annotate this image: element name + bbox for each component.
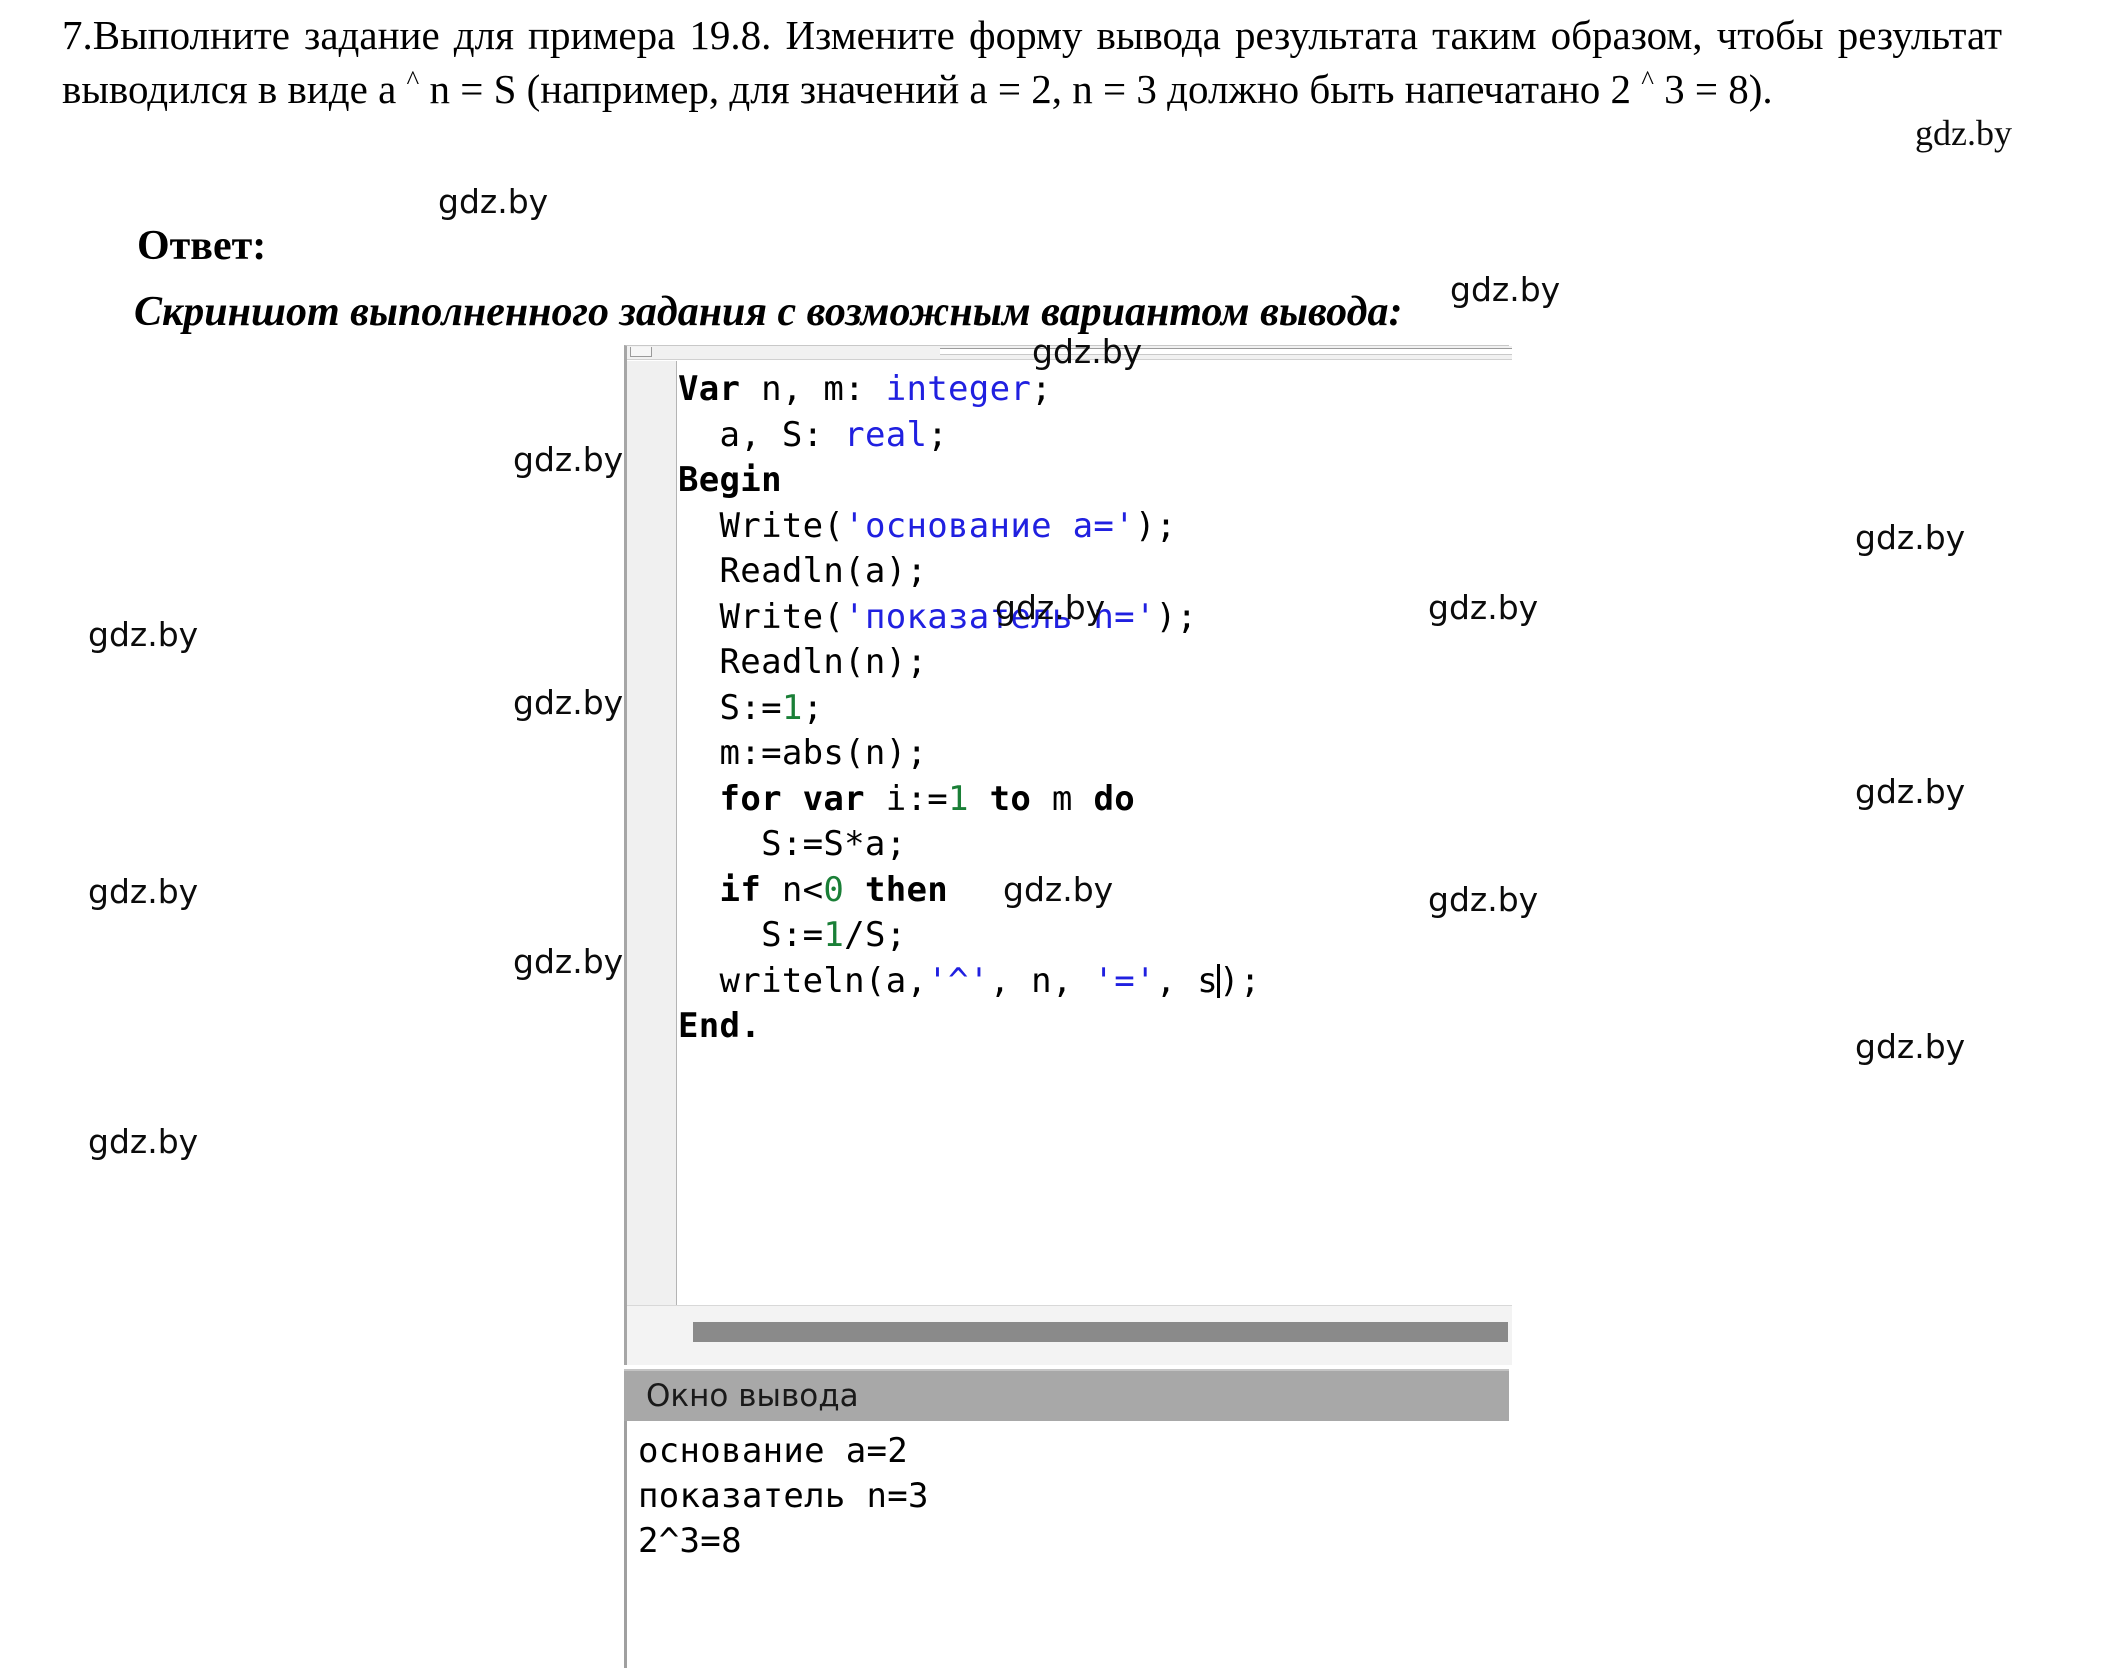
code-token: Readln(n);	[678, 642, 927, 682]
code-line: Begin	[678, 458, 1509, 504]
task-text-part2: n = S (например, для значений a = 2, n =…	[419, 66, 1641, 112]
code-token: ;	[927, 415, 948, 455]
editor-top-strip	[627, 346, 1512, 360]
watermark: gdz.by	[513, 683, 623, 722]
code-line: Readln(n);	[678, 640, 1509, 686]
watermark: gdz.by	[1450, 270, 1560, 309]
code-token: real	[844, 415, 927, 455]
code-token: var	[803, 779, 865, 819]
code-token: 0	[823, 870, 844, 910]
code-token: );	[1135, 506, 1177, 546]
editor-top-scroll-track[interactable]	[940, 348, 1512, 355]
code-token: 1	[782, 688, 803, 728]
output-text: основание a=2 показатель n=3 2^3=8	[638, 1429, 929, 1564]
code-token: S:=	[678, 688, 782, 728]
editor-corner-box	[630, 347, 652, 357]
code-token: to	[990, 779, 1032, 819]
output-window-title: Окно вывода	[646, 1378, 859, 1414]
caret-symbol-2: ^	[1641, 65, 1654, 95]
caret-symbol-1: ^	[407, 65, 420, 95]
code-line: Write('показатель n=');	[678, 595, 1509, 641]
code-token: , n,	[990, 961, 1094, 1001]
code-token	[782, 779, 803, 819]
code-token: ;	[1031, 369, 1052, 409]
watermark: gdz.by	[88, 872, 198, 911]
code-line: m:=abs(n);	[678, 731, 1509, 777]
watermark: gdz.by	[88, 615, 198, 654]
code-token: 'показатель n='	[844, 597, 1156, 637]
code-text-area[interactable]: Var n, m: integer; a, S: real;Begin Writ…	[678, 361, 1509, 1306]
task-number: 7.	[62, 12, 93, 58]
code-token: 'основание a='	[844, 506, 1135, 546]
code-token: S:=S*a;	[678, 824, 906, 864]
code-token: m:=abs(n);	[678, 733, 927, 773]
code-token	[678, 779, 720, 819]
output-window-body[interactable]: основание a=2 показатель n=3 2^3=8	[624, 1421, 1509, 1668]
answer-label: Ответ:	[137, 222, 266, 270]
code-token	[969, 779, 990, 819]
code-token: n<	[761, 870, 823, 910]
code-line: Var n, m: integer;	[678, 367, 1509, 413]
code-token: then	[865, 870, 948, 910]
code-token: '='	[1093, 961, 1155, 1001]
task-statement: 7.Выполните задание для примера 19.8. Из…	[62, 8, 2002, 116]
code-line: S:=1/S;	[678, 913, 1509, 959]
code-token: n, m:	[761, 369, 886, 409]
code-token: if	[720, 870, 762, 910]
code-token: Write(	[678, 506, 844, 546]
code-token: Write(	[678, 597, 844, 637]
code-token: /S;	[844, 915, 906, 955]
code-line: writeln(a,'^', n, '=', s);	[678, 959, 1509, 1005]
watermark: gdz.by	[88, 1122, 198, 1161]
scrollbar-thumb[interactable]	[693, 1322, 1508, 1342]
code-line: for var i:=1 to m do	[678, 777, 1509, 823]
pascal-ide-window: Var n, m: integer; a, S: real;Begin Writ…	[624, 345, 1509, 1668]
watermark: gdz.by	[1915, 112, 2012, 154]
code-token: writeln(a,	[678, 961, 927, 1001]
code-token: 1	[948, 779, 969, 819]
code-token: End.	[678, 1006, 761, 1046]
code-token: '^'	[927, 961, 989, 1001]
code-token: m	[1031, 779, 1093, 819]
code-token: Begin	[678, 460, 782, 500]
screenshot-caption: Скриншот выполненного задания с возможны…	[134, 288, 1402, 336]
code-token: Readln(a);	[678, 551, 927, 591]
task-text-part3: 3 = 8).	[1654, 66, 1773, 112]
watermark: gdz.by	[1855, 518, 1965, 557]
code-token: , s	[1156, 961, 1218, 1001]
code-line: End.	[678, 1004, 1509, 1050]
code-token: do	[1093, 779, 1135, 819]
code-token: S:=	[678, 915, 823, 955]
output-window: Окно вывода основание a=2 показатель n=3…	[624, 1369, 1509, 1668]
code-line: a, S: real;	[678, 413, 1509, 459]
code-token: );	[1219, 961, 1261, 1001]
editor-gutter	[627, 361, 677, 1306]
code-token: ;	[803, 688, 824, 728]
code-token	[678, 870, 720, 910]
code-line: S:=1;	[678, 686, 1509, 732]
code-editor-pane[interactable]: Var n, m: integer; a, S: real;Begin Writ…	[624, 345, 1509, 1365]
code-line: Readln(a);	[678, 549, 1509, 595]
code-token: 1	[823, 915, 844, 955]
code-token: integer	[886, 369, 1031, 409]
watermark: gdz.by	[1855, 1027, 1965, 1066]
watermark: gdz.by	[1855, 772, 1965, 811]
editor-horizontal-scrollbar[interactable]	[627, 1305, 1512, 1365]
code-line: S:=S*a;	[678, 822, 1509, 868]
code-token: );	[1156, 597, 1198, 637]
watermark: gdz.by	[513, 440, 623, 479]
watermark: gdz.by	[438, 182, 548, 221]
code-token: for	[720, 779, 782, 819]
code-line: Write('основание a=');	[678, 504, 1509, 550]
output-window-titlebar: Окно вывода	[624, 1369, 1509, 1421]
code-token: i:=	[865, 779, 948, 819]
code-token	[844, 870, 865, 910]
code-token: Var	[678, 369, 761, 409]
code-line: if n<0 then	[678, 868, 1509, 914]
code-token: a, S:	[678, 415, 844, 455]
watermark: gdz.by	[513, 942, 623, 981]
